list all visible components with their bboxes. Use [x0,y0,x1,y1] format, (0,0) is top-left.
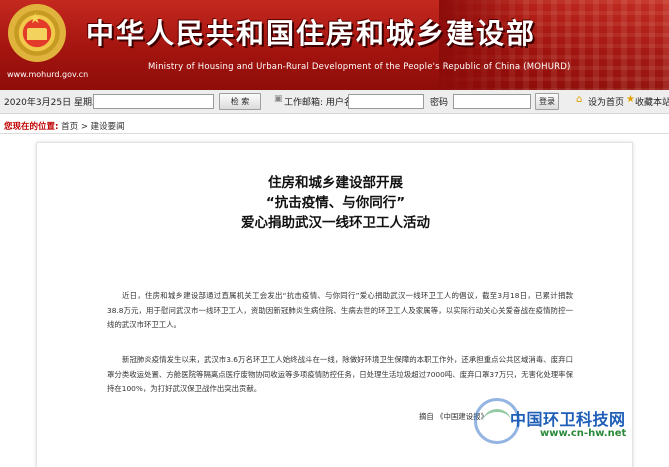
site-title[interactable]: 中华人民共和国住房和城乡建设部 [86,12,536,52]
article-paragraph-2: 新冠肺炎疫情发生以来，武汉市3.6万名环卫工人始终战斗在一线，除做好环境卫生保障… [107,355,573,393]
article-title-line-1: 住房和城乡建设部开展 [268,175,403,191]
bookmark-link[interactable]: 收藏本站 [635,95,669,108]
star-icon: ★ [626,94,635,105]
password-label: 密码 [430,98,449,108]
watermark-url: www.cn-hw.net [540,428,627,439]
work-email-label: 工作邮箱: 用户名 [284,98,353,108]
breadcrumb-home-link[interactable]: 首页 [61,122,78,132]
breadcrumb: 您现在的位置: 首页 > 建设要闻 [4,120,125,132]
breadcrumb-divider [0,133,669,134]
national-emblem-icon[interactable]: ★ [8,4,66,62]
breadcrumb-separator: > [80,122,88,132]
current-date: 2020年3月25日 星期三 [4,98,101,108]
password-input[interactable] [453,94,531,109]
login-button[interactable]: 登录 [535,93,559,110]
site-url: www.mohurd.gov.cn [7,70,89,79]
search-button[interactable]: 检 索 [219,93,261,110]
user-icon: ▣ [274,94,283,104]
site-subtitle: Ministry of Housing and Urban-Rural Deve… [148,62,571,72]
site-banner: ★ www.mohurd.gov.cn 中华人民共和国住房和城乡建设部 Mini… [0,0,669,90]
article-title-line-3: 爱心捐助武汉一线环卫工人活动 [241,215,430,231]
home-icon: ⌂ [576,94,583,105]
article-title-line-2: “抗击疫情、与你同行” [265,195,406,211]
username-input[interactable] [348,94,424,109]
article-paragraph-1: 近日，住房和城乡建设部通过直属机关工会发出“抗击疫情、与你同行”爱心捐助武汉一线… [107,291,573,329]
breadcrumb-label: 您现在的位置: [4,122,59,132]
watermark: 中国环卫科技网 www.cn-hw.net [470,394,669,466]
top-toolbar: 2020年3月25日 星期三 检 索 ▣ 工作邮箱: 用户名 密码 登录 ⌂ 设… [0,90,669,114]
breadcrumb-current-link[interactable]: 建设要闻 [91,122,125,132]
search-input[interactable] [93,94,214,109]
set-home-link[interactable]: 设为首页 [588,95,624,108]
watermark-name: 中国环卫科技网 [510,410,626,429]
